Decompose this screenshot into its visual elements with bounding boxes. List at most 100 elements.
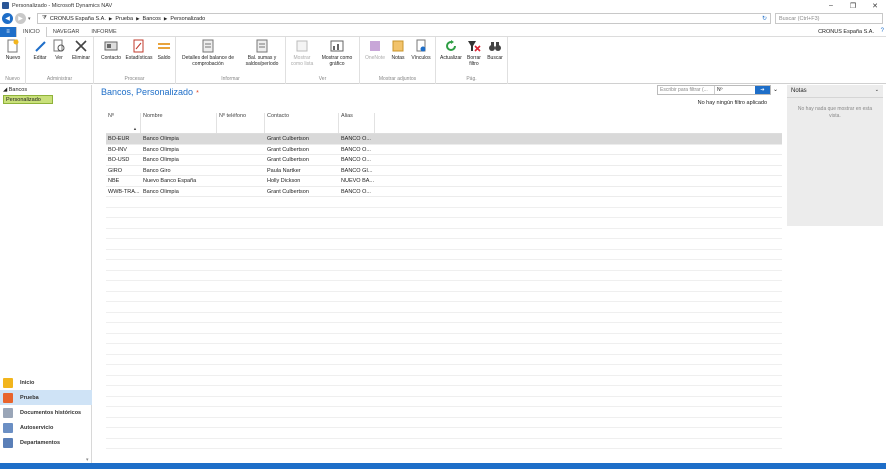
contact-button[interactable]: Contacto bbox=[99, 39, 123, 61]
column-header-contacto[interactable]: Contacto bbox=[265, 113, 339, 133]
home-icon bbox=[3, 377, 13, 388]
table-cell: GIRO bbox=[108, 167, 123, 174]
statistics-button[interactable]: Estadísticas bbox=[124, 39, 154, 61]
tree-item-personalizado[interactable]: Personalizado bbox=[3, 95, 53, 104]
close-button[interactable]: ✕ bbox=[864, 0, 886, 11]
breadcrumb[interactable]: ⧩ CRONUS España S.A. ▶ Prueba ▶ Bancos ▶… bbox=[37, 13, 771, 24]
ribbon-group-procesar: Contacto Estadísticas Saldo Procesar bbox=[94, 37, 176, 84]
column-header-alias[interactable]: Alias bbox=[339, 113, 375, 133]
notes-button[interactable]: Notas bbox=[390, 39, 406, 61]
column-header-telefono[interactable]: Nº teléfono bbox=[217, 113, 265, 133]
table-cell: NUEVO BA... bbox=[341, 178, 375, 184]
notes-empty-message: No hay nada que mostrar en esta vista. bbox=[797, 106, 873, 119]
breadcrumb-view[interactable]: Personalizado bbox=[170, 16, 205, 22]
delete-x-icon bbox=[74, 39, 88, 53]
clear-filter-button[interactable]: Borrar filtro bbox=[465, 39, 483, 67]
tab-navegar[interactable]: NAVEGAR bbox=[47, 27, 86, 37]
empty-row bbox=[106, 439, 782, 449]
table-cell: BO-EUR bbox=[108, 136, 130, 142]
back-button[interactable]: ◀ bbox=[2, 13, 13, 24]
pencil-icon bbox=[33, 39, 47, 53]
breadcrumb-company[interactable]: CRONUS España S.A. bbox=[50, 16, 106, 22]
delete-button[interactable]: Eliminar bbox=[70, 39, 92, 61]
tab-inicio[interactable]: INICIO bbox=[16, 26, 47, 37]
table-cell: Paula Nartker bbox=[267, 167, 301, 174]
address-bar: ◀ ▶ ▾ ⧩ CRONUS España S.A. ▶ Prueba ▶ Ba… bbox=[0, 11, 886, 26]
tree-root-bancos[interactable]: ◢ Bancos bbox=[3, 87, 91, 93]
table-cell: Grant Culbertson bbox=[267, 146, 309, 153]
breadcrumb-page[interactable]: Bancos bbox=[143, 16, 161, 22]
table-cell: Nuevo Banco España bbox=[143, 178, 197, 184]
expand-filter-icon[interactable]: ⌄ bbox=[773, 86, 778, 93]
show-as-chart-button[interactable]: Mostrar como gráfico bbox=[318, 39, 356, 67]
show-as-list-button[interactable]: Mostrar como lista bbox=[289, 39, 315, 67]
table-row[interactable]: NBE Nuevo Banco España Holly Dickson NUEVO … bbox=[106, 176, 782, 187]
filter-field-select[interactable]: Nº bbox=[715, 86, 755, 94]
ribbon-group-ver: Mostrar como lista Mostrar como gráfico … bbox=[286, 37, 360, 84]
empty-row bbox=[106, 218, 782, 229]
table-row[interactable]: GIRO Banco Giro Paula Nartker BANCO GI... bbox=[106, 166, 782, 176]
search-input[interactable]: Buscar (Ctrl+F3) bbox=[775, 13, 883, 24]
documents-icon bbox=[3, 407, 13, 418]
column-header-no[interactable]: Nº ▲ bbox=[106, 113, 141, 133]
collapse-chevron-icon[interactable]: ⌄ bbox=[875, 87, 879, 93]
empty-row bbox=[106, 260, 782, 271]
find-button[interactable]: Buscar bbox=[485, 39, 505, 61]
nav-item-autoservicio[interactable]: Autoservicio bbox=[0, 420, 92, 435]
table-row[interactable]: WWB-TRA... Banco Olimpia Grant Culbertson B… bbox=[106, 187, 782, 197]
binoculars-icon bbox=[488, 39, 502, 53]
period-balance-button[interactable]: Bal. sumas y saldos/período bbox=[240, 39, 284, 67]
empty-row bbox=[106, 365, 782, 376]
tab-informe[interactable]: INFORME bbox=[85, 27, 122, 37]
history-dropdown-icon[interactable]: ▾ bbox=[28, 16, 31, 22]
empty-row bbox=[106, 323, 782, 334]
company-name[interactable]: CRONUS España S.A. bbox=[818, 29, 874, 35]
trial-balance-details-button[interactable]: Detalles del balance de comprobación bbox=[180, 39, 236, 67]
empty-row bbox=[106, 302, 782, 313]
table-row[interactable]: BO-INV Banco Olimpia Grant Culbertson BANCO… bbox=[106, 145, 782, 155]
tree-collapse-icon[interactable]: ◢ bbox=[3, 87, 7, 93]
department-nav: Inicio Prueba Documentos históricos Auto… bbox=[0, 375, 92, 450]
new-button[interactable]: Nuevo bbox=[4, 39, 22, 61]
empty-row bbox=[106, 208, 782, 218]
minimize-button[interactable]: – bbox=[820, 0, 842, 11]
empty-row bbox=[106, 239, 782, 250]
banks-table: Nº ▲ Nombre Nº teléfono Contacto Alias BO… bbox=[106, 109, 782, 449]
onenote-button[interactable]: OneNote bbox=[363, 39, 387, 61]
links-button[interactable]: Vínculos bbox=[409, 39, 433, 61]
list-icon bbox=[295, 39, 309, 53]
notes-header[interactable]: Notas ⌄ bbox=[787, 85, 883, 98]
application-menu-button[interactable]: ≡ bbox=[0, 26, 16, 37]
ribbon-group-pagina: Actualizar Borrar filtro Buscar Pág. bbox=[436, 37, 508, 84]
maximize-button[interactable]: ❐ bbox=[842, 0, 864, 11]
note-icon bbox=[391, 39, 405, 53]
table-header: Nº ▲ Nombre Nº teléfono Contacto Alias bbox=[106, 109, 782, 134]
help-icon[interactable]: ? bbox=[881, 28, 884, 34]
nav-item-departamentos[interactable]: Departamentos bbox=[0, 435, 92, 450]
forward-button[interactable]: ▶ bbox=[15, 13, 26, 24]
nav-item-prueba[interactable]: Prueba bbox=[0, 390, 92, 405]
table-cell: BO-USD bbox=[108, 157, 130, 163]
balance-button[interactable]: Saldo bbox=[155, 39, 173, 61]
view-button[interactable]: Ver bbox=[52, 39, 66, 61]
table-row[interactable]: BO-USD Banco Olimpia Grant Culbertson BANCO… bbox=[106, 155, 782, 166]
table-body: BO-EUR Banco Olimpia Grant Culbertson BANCO… bbox=[106, 134, 782, 449]
breadcrumb-separator-icon: ▶ bbox=[136, 15, 140, 21]
sort-ascending-icon: ▲ bbox=[133, 126, 137, 131]
table-cell: NBE bbox=[108, 178, 120, 184]
breadcrumb-department[interactable]: Prueba bbox=[115, 16, 133, 22]
apply-filter-icon[interactable]: ➔ bbox=[755, 86, 770, 94]
filter-input[interactable]: Escribir para filtrar (... bbox=[658, 86, 715, 94]
nav-item-inicio[interactable]: Inicio bbox=[0, 375, 92, 390]
refresh-button[interactable]: Actualizar bbox=[438, 39, 464, 61]
table-cell: Banco Olimpia bbox=[143, 136, 179, 142]
empty-row bbox=[106, 313, 782, 323]
refresh-icon bbox=[444, 39, 458, 53]
nav-item-documentos-historicos[interactable]: Documentos históricos bbox=[0, 405, 92, 420]
table-row[interactable]: BO-EUR Banco Olimpia Grant Culbertson BANCO… bbox=[106, 134, 782, 145]
window-titlebar: Personalizado - Microsoft Dynamics NAV –… bbox=[0, 0, 886, 11]
column-header-nombre[interactable]: Nombre bbox=[141, 113, 217, 133]
edit-button[interactable]: Editar bbox=[32, 39, 48, 61]
departments-icon bbox=[3, 437, 13, 448]
refresh-icon[interactable]: ↻ bbox=[762, 15, 767, 22]
